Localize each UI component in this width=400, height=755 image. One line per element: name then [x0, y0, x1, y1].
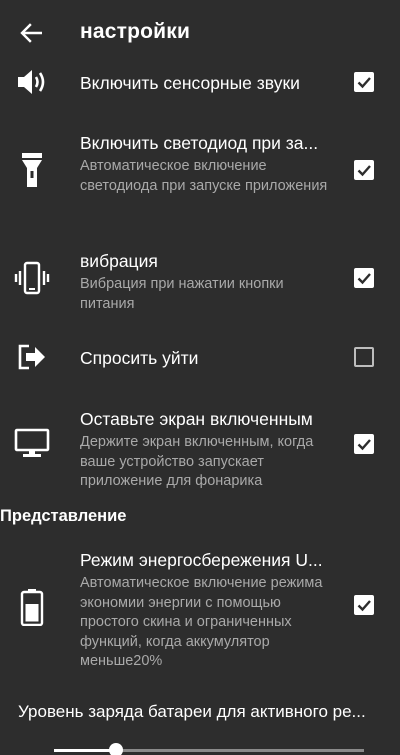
battery-icon	[12, 587, 52, 627]
setting-ask-exit[interactable]: Спросить уйти	[0, 337, 400, 377]
setting-title: Включить сенсорные звуки	[80, 73, 300, 93]
setting-summary: Автоматическое включение режима экономии…	[80, 575, 323, 669]
page-title: настройки	[80, 20, 191, 43]
battery-level-slider-track[interactable]	[54, 749, 364, 752]
phone-vibrate-icon	[12, 258, 52, 298]
setting-title: вибрация	[80, 251, 158, 271]
setting-summary: Держите экран включенным, когда ваше уст…	[80, 434, 314, 489]
ask-exit-checkbox[interactable]	[354, 347, 374, 367]
setting-title: Спросить уйти	[80, 348, 199, 368]
setting-title: Включить светодиод при за...	[80, 133, 319, 153]
setting-led-on-start[interactable]: Включить светодиод при за... Автоматичес…	[0, 128, 400, 212]
battery-level-slider-thumb[interactable]	[109, 743, 123, 755]
battery-level-slider-fill	[54, 749, 116, 752]
flashlight-icon	[12, 150, 52, 190]
setting-keep-screen-on[interactable]: Оставьте экран включенным Держите экран …	[0, 404, 400, 489]
setting-summary: Вибрация при нажатии кнопки питания	[80, 276, 284, 312]
vibration-checkbox[interactable]	[354, 268, 374, 288]
setting-touch-sounds[interactable]: Включить сенсорные звуки	[0, 62, 400, 102]
led-on-start-checkbox[interactable]	[354, 160, 374, 180]
toolbar: настройки	[0, 0, 400, 64]
setting-summary: Автоматическое включение светодиода при …	[80, 158, 328, 194]
power-saving-checkbox[interactable]	[354, 595, 374, 615]
back-button[interactable]	[16, 18, 46, 48]
setting-title: Режим энергосбережения U...	[80, 550, 323, 570]
setting-power-saving[interactable]: Режим энергосбережения U... Автоматическ…	[0, 545, 400, 669]
settings-screen: настройки Включить сенсорные звуки Включ…	[0, 0, 400, 755]
arrow-left-icon	[20, 23, 42, 43]
monitor-icon	[12, 424, 52, 464]
setting-title: Оставьте экран включенным	[80, 409, 313, 429]
touch-sounds-checkbox[interactable]	[354, 72, 374, 92]
battery-level-title: Уровень заряда батареи для активного ре.…	[18, 702, 366, 721]
speaker-icon	[12, 62, 52, 102]
keep-screen-on-checkbox[interactable]	[354, 434, 374, 454]
section-header-appearance: Представление	[0, 507, 127, 525]
exit-icon	[12, 337, 52, 377]
setting-vibration[interactable]: вибрация Вибрация при нажатии кнопки пит…	[0, 246, 400, 312]
